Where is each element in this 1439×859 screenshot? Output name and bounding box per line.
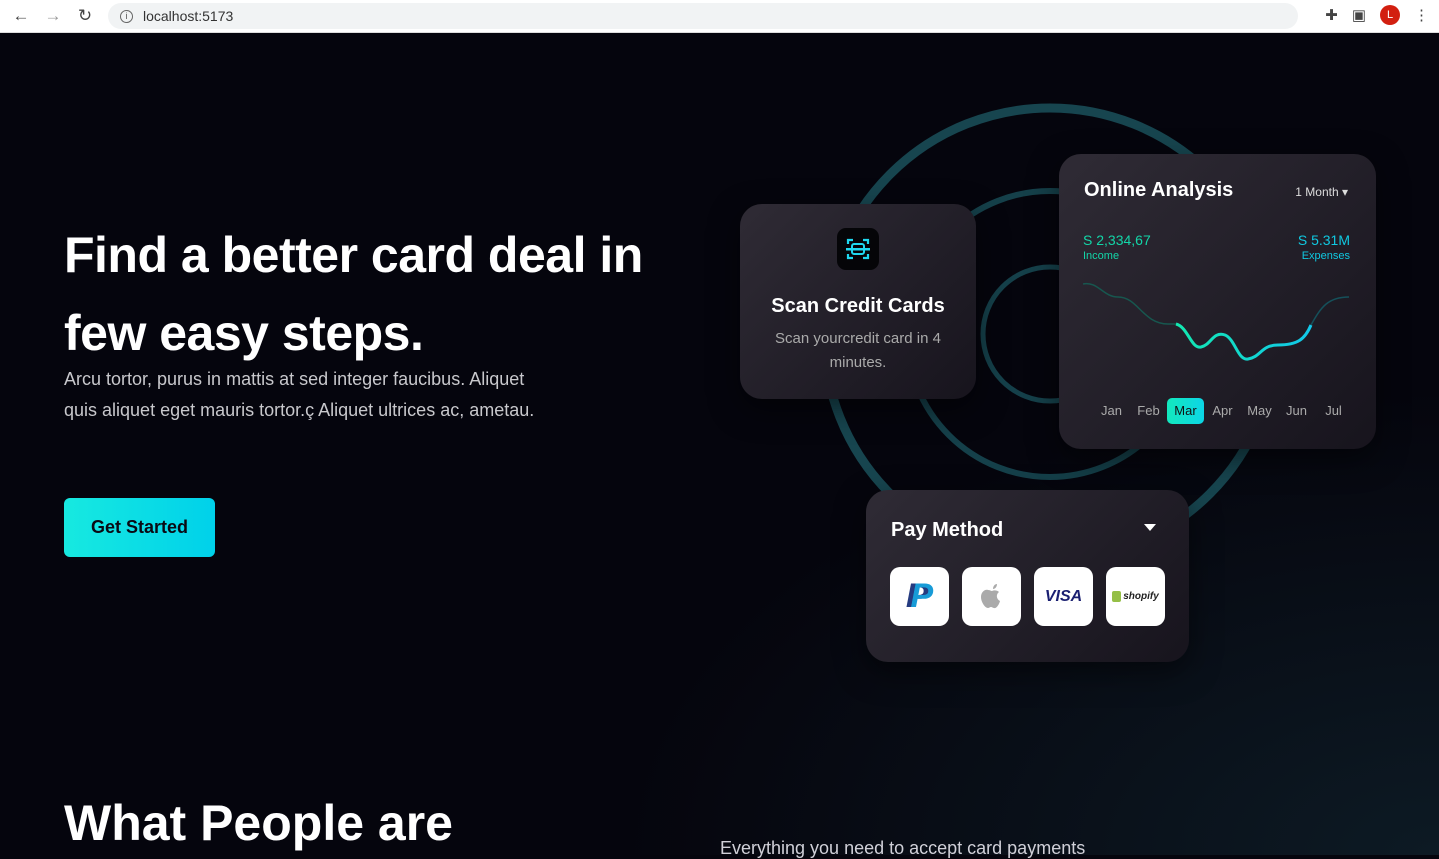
chart-line-faded: [1083, 282, 1176, 325]
browser-toolbar: ← → ↻ i localhost:5173 ✚ ▣ L ⋮: [0, 0, 1439, 33]
chevron-down-icon: ▾: [1341, 185, 1348, 199]
chart-line-faded-end: [1310, 296, 1350, 326]
info-icon[interactable]: i: [120, 9, 133, 23]
month-tabs: Jan Feb Mar Apr May Jun Jul: [1093, 398, 1352, 424]
address-bar[interactable]: i localhost:5173: [108, 3, 1298, 29]
section-tagline: Everything you need to accept card payme…: [720, 838, 1086, 858]
hero-title: Find a better card deal in few easy step…: [64, 227, 643, 361]
analysis-card: Online Analysis 1 Month ▾ S 2,334,67 Inco…: [1059, 154, 1376, 449]
paypal-button[interactable]: PP: [890, 567, 949, 626]
url-text: localhost:5173: [143, 8, 234, 24]
period-select[interactable]: 1 Month ▾: [1295, 185, 1348, 199]
month-tab[interactable]: May: [1241, 398, 1278, 424]
reload-icon[interactable]: ↻: [74, 6, 96, 26]
caret-down-icon[interactable]: [1144, 524, 1156, 531]
month-tab[interactable]: Jul: [1315, 398, 1352, 424]
shopify-button[interactable]: shopify: [1106, 567, 1165, 626]
month-tab[interactable]: Jun: [1278, 398, 1315, 424]
expenses: S 5.31M Expenses: [1298, 232, 1350, 262]
analysis-title: Online Analysis: [1084, 179, 1234, 201]
expenses-value: S 5.31M: [1297, 232, 1350, 248]
shopify-label: shopify: [1123, 591, 1159, 602]
apple-icon: [980, 583, 1000, 608]
get-started-button[interactable]: Get Started: [64, 498, 215, 557]
hero-section: Find a better card deal in few easy step…: [0, 34, 1439, 858]
visa-button[interactable]: VISA: [1034, 567, 1093, 626]
avatar[interactable]: L: [1380, 5, 1400, 25]
period-value: 1 Month: [1295, 185, 1339, 199]
month-tab-selected[interactable]: Mar: [1167, 398, 1204, 424]
scan-card: Scan Credit Cards Scan yourcredit card i…: [740, 204, 976, 399]
pay-title: Pay Method: [891, 519, 1004, 541]
chart-line-active: [1175, 322, 1313, 361]
income: S 2,334,67 Income: [1083, 232, 1151, 262]
scan-desc: Scan yourcredit card in 4 minutes.: [775, 330, 941, 371]
back-icon[interactable]: ←: [10, 6, 32, 26]
section-title: What People are: [64, 795, 453, 851]
hero-subtitle: Arcu tortor, purus in mattis at sed inte…: [64, 369, 535, 420]
month-tab[interactable]: Jan: [1093, 398, 1130, 424]
apple-pay-button[interactable]: [962, 567, 1021, 626]
shopify-icon: [1112, 591, 1122, 602]
sidepanel-icon[interactable]: ▣: [1352, 6, 1366, 24]
menu-icon[interactable]: ⋮: [1414, 6, 1429, 24]
forward-icon[interactable]: →: [42, 6, 64, 26]
visa-icon: VISA: [1044, 587, 1083, 605]
paypal-icon: PP: [905, 577, 934, 615]
month-tab[interactable]: Feb: [1130, 398, 1167, 424]
income-label: Income: [1083, 250, 1120, 262]
pay-method-card: Pay Method PP VISA shopify: [866, 490, 1189, 662]
income-value: S 2,334,67: [1083, 232, 1151, 248]
analysis-line-chart: [1083, 282, 1350, 361]
month-tab[interactable]: Apr: [1204, 398, 1241, 424]
expenses-label: Expenses: [1301, 250, 1350, 262]
scan-icon: [837, 228, 879, 270]
scan-title: Scan Credit Cards: [771, 295, 945, 317]
extensions-icon[interactable]: ✚: [1325, 6, 1338, 24]
